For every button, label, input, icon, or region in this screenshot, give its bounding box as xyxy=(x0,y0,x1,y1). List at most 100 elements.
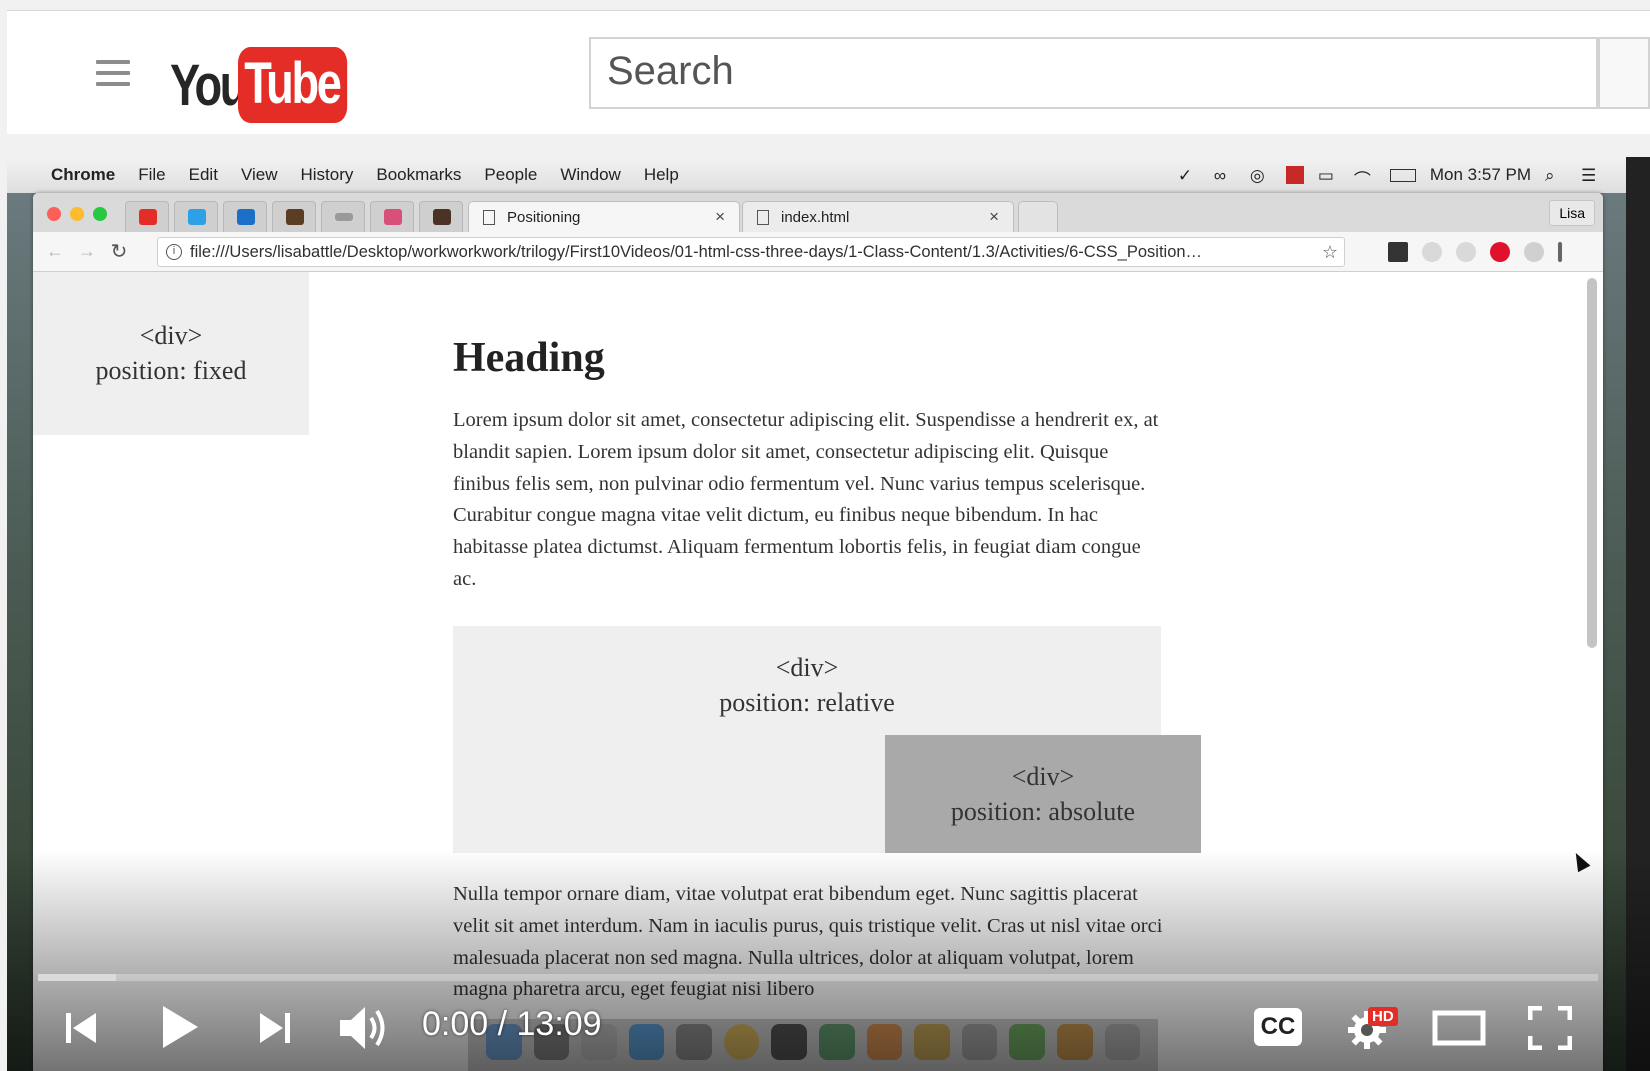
image-icon xyxy=(286,209,304,225)
extension-icon[interactable] xyxy=(1422,242,1442,262)
absolute-div-label: position: absolute xyxy=(950,797,1136,826)
chrome-icon[interactable] xyxy=(723,1024,760,1060)
sketch-icon[interactable] xyxy=(1056,1024,1093,1060)
pinned-tab-image-2[interactable] xyxy=(419,201,463,232)
pinned-tab-glasses[interactable] xyxy=(321,201,365,232)
fixed-div: <div> position: fixed xyxy=(33,272,309,435)
extension-icon[interactable] xyxy=(1456,242,1476,262)
search-button[interactable] xyxy=(1598,37,1650,109)
relative-div-tag: <div> xyxy=(775,653,839,682)
bookmark-star-icon[interactable]: ☆ xyxy=(1322,238,1338,266)
previous-icon[interactable] xyxy=(64,1010,98,1046)
infinity-icon[interactable]: ∞ xyxy=(1214,166,1236,185)
menu-people[interactable]: People xyxy=(484,165,537,185)
menu-chrome[interactable]: Chrome xyxy=(51,165,115,185)
captions-button[interactable]: CC xyxy=(1254,1008,1302,1046)
spotlight-search-icon[interactable]: ⌕ xyxy=(1545,166,1567,185)
logo-tube: Tube xyxy=(238,47,348,123)
pinned-tab-slack[interactable] xyxy=(370,201,414,232)
info-icon[interactable]: i xyxy=(166,244,182,260)
extension-icon[interactable] xyxy=(1524,242,1544,262)
page-heading: Heading xyxy=(453,335,605,381)
video-frame[interactable]: Chrome File Edit View History Bookmarks … xyxy=(7,157,1650,1071)
progress-fill xyxy=(38,974,116,981)
sublime-icon[interactable] xyxy=(866,1024,903,1060)
trash-icon[interactable] xyxy=(1104,1024,1141,1060)
menu-view[interactable]: View xyxy=(241,165,278,185)
record-icon[interactable] xyxy=(1285,166,1304,184)
menu-edit[interactable]: Edit xyxy=(189,165,218,185)
search-input[interactable]: Search xyxy=(589,37,1598,109)
close-tab-icon[interactable]: × xyxy=(715,207,725,227)
pinned-tab-c[interactable] xyxy=(174,201,218,232)
c-app-icon[interactable] xyxy=(1009,1024,1045,1060)
terminal-icon[interactable] xyxy=(771,1024,808,1060)
more-menu-icon[interactable] xyxy=(1558,242,1562,262)
tab-positioning[interactable]: Positioning × xyxy=(468,201,740,232)
clock: Mon 3:57 PM xyxy=(1429,165,1531,184)
youtube-icon xyxy=(139,209,157,225)
scrollbar[interactable] xyxy=(1587,278,1597,648)
volume-icon[interactable] xyxy=(338,1003,390,1053)
progress-bar[interactable] xyxy=(38,974,1598,981)
layers-icon[interactable] xyxy=(1388,242,1408,262)
fixed-div-label: position: fixed xyxy=(95,356,247,385)
pinned-tab-youtube[interactable] xyxy=(125,201,169,232)
sourcetree-icon[interactable] xyxy=(819,1024,855,1060)
minimize-window-icon[interactable] xyxy=(70,207,84,221)
relative-div-label: position: relative xyxy=(719,688,895,717)
check-icon[interactable]: ✓ xyxy=(1178,166,1200,185)
absolute-div: <div> position: absolute xyxy=(885,735,1201,853)
wifi-icon[interactable]: ⌒ xyxy=(1354,166,1376,190)
menu-history[interactable]: History xyxy=(300,165,353,185)
mouse-cursor-icon xyxy=(1569,849,1591,873)
profile-button[interactable]: Lisa xyxy=(1549,200,1595,226)
pinterest-icon[interactable] xyxy=(1490,242,1510,262)
desktop-edge xyxy=(1626,157,1650,1071)
pinned-tab-image[interactable] xyxy=(272,201,316,232)
tab-strip: Positioning × index.html × Lisa xyxy=(33,193,1603,232)
mac-menu-bar: Chrome File Edit View History Bookmarks … xyxy=(7,157,1627,193)
logo-you: You xyxy=(170,52,247,118)
fullscreen-icon[interactable] xyxy=(1528,1006,1572,1050)
document-icon xyxy=(757,209,769,225)
grid-app-icon[interactable] xyxy=(961,1024,998,1060)
zoom-window-icon[interactable] xyxy=(93,207,107,221)
coins-icon[interactable] xyxy=(914,1024,950,1060)
pinned-tab-trello[interactable] xyxy=(223,201,267,232)
back-icon[interactable]: ← xyxy=(39,241,71,262)
forward-icon[interactable]: → xyxy=(71,241,103,262)
chrome-window: Positioning × index.html × Lisa ← → ↻ i … xyxy=(33,193,1603,1071)
tab-title: index.html xyxy=(781,208,850,226)
play-icon[interactable] xyxy=(160,1004,200,1050)
fixed-div-tag: <div> xyxy=(139,321,203,350)
youtube-logo[interactable]: You Tube xyxy=(170,47,378,123)
settings-icon[interactable] xyxy=(676,1024,712,1060)
menu-bar-status: ✓ ∞ ◎ ▭ ⌒ Mon 3:57 PM ⌕ ☰ xyxy=(1178,157,1603,193)
new-tab-button[interactable] xyxy=(1018,201,1058,232)
hamburger-menu-icon[interactable] xyxy=(96,60,130,88)
menu-file[interactable]: File xyxy=(138,165,165,185)
tab-index-html[interactable]: index.html × xyxy=(742,201,1014,232)
next-icon[interactable] xyxy=(258,1010,292,1046)
cloud-icon[interactable]: ◎ xyxy=(1250,166,1272,185)
menu-bookmarks[interactable]: Bookmarks xyxy=(376,165,461,185)
close-window-icon[interactable] xyxy=(47,207,61,221)
app-store-icon[interactable] xyxy=(628,1024,665,1060)
url-text: file:///Users/lisabattle/Desktop/workwor… xyxy=(190,243,1203,261)
reload-icon[interactable]: ↻ xyxy=(103,239,135,264)
notification-list-icon[interactable]: ☰ xyxy=(1581,166,1603,185)
airplay-icon[interactable]: ▭ xyxy=(1318,166,1340,185)
paragraph-2: Nulla tempor ornare diam, vitae volutpat… xyxy=(453,883,1163,1001)
menu-window[interactable]: Window xyxy=(560,165,620,185)
c-app-icon xyxy=(188,209,206,225)
battery-icon[interactable] xyxy=(1389,168,1416,182)
close-tab-icon[interactable]: × xyxy=(989,207,999,227)
page-content: <div> position: fixed Heading Lorem ipsu… xyxy=(33,272,1603,1071)
address-bar[interactable]: i file:///Users/lisabattle/Desktop/workw… xyxy=(157,237,1345,267)
menu-help[interactable]: Help xyxy=(644,165,679,185)
document-icon xyxy=(483,209,495,225)
image-icon xyxy=(433,209,451,225)
trello-icon xyxy=(237,209,255,225)
theater-mode-icon[interactable] xyxy=(1432,1010,1486,1046)
